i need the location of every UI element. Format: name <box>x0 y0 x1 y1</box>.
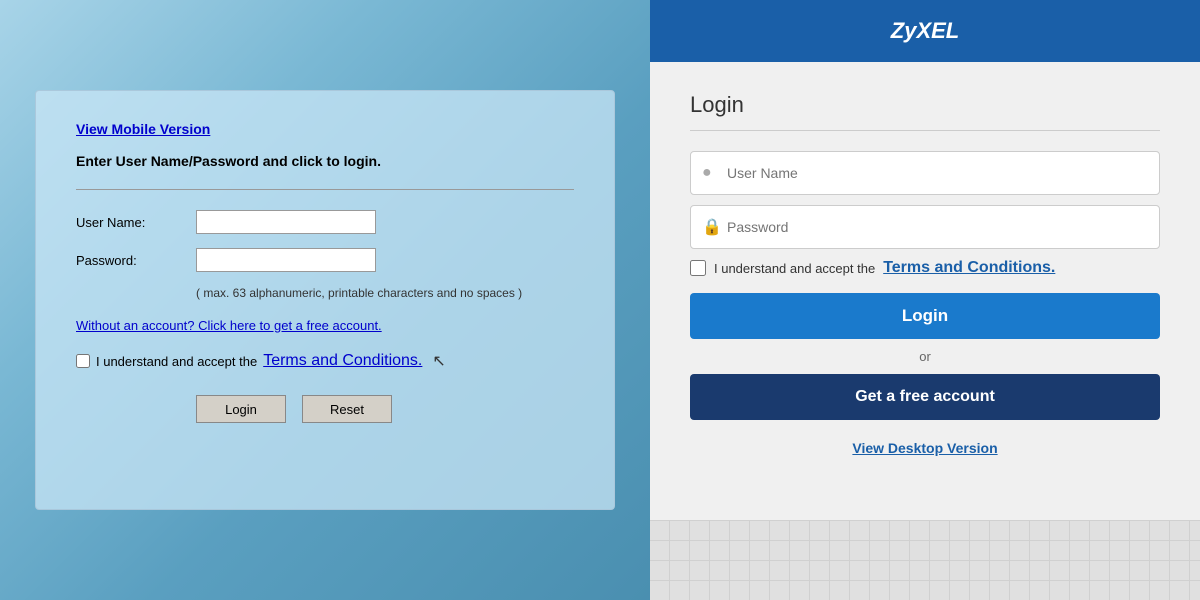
free-account-link[interactable]: Without an account? Click here to get a … <box>76 318 574 333</box>
terms-text: I understand and accept the <box>96 354 257 369</box>
reset-button[interactable]: Reset <box>302 395 392 423</box>
right-terms-link[interactable]: Terms and Conditions. <box>883 259 1055 277</box>
right-content: Login ● 🔒 I understand and accept the Te… <box>650 62 1200 520</box>
divider <box>76 189 574 190</box>
username-label: User Name: <box>76 215 196 230</box>
login-button-left[interactable]: Login <box>196 395 286 423</box>
username-input[interactable] <box>196 210 376 234</box>
right-terms-row: I understand and accept the Terms and Co… <box>690 259 1160 277</box>
right-panel: ZyXEL Login ● 🔒 I understand and accept … <box>650 0 1200 600</box>
password-input-right[interactable] <box>690 205 1160 249</box>
right-terms-checkbox[interactable] <box>690 260 706 276</box>
password-row: Password: <box>76 248 574 272</box>
terms-row: I understand and accept the Terms and Co… <box>76 351 574 371</box>
cursor-icon: ↖ <box>432 351 445 371</box>
login-button-right[interactable]: Login <box>690 293 1160 339</box>
username-wrapper: ● <box>690 151 1160 195</box>
view-mobile-link[interactable]: View Mobile Version <box>76 121 574 137</box>
view-desktop-link[interactable]: View Desktop Version <box>690 440 1160 456</box>
login-instruction: Enter User Name/Password and click to lo… <box>76 153 574 169</box>
terms-link-left[interactable]: Terms and Conditions. <box>263 352 422 370</box>
username-input-right[interactable] <box>690 151 1160 195</box>
password-input[interactable] <box>196 248 376 272</box>
left-panel: View Mobile Version Enter User Name/Pass… <box>0 0 650 600</box>
login-title: Login <box>690 92 1160 118</box>
right-terms-text: I understand and accept the <box>714 261 875 276</box>
password-label: Password: <box>76 253 196 268</box>
username-row: User Name: <box>76 210 574 234</box>
user-icon: ● <box>702 164 712 182</box>
password-hint: ( max. 63 alphanumeric, printable charac… <box>196 286 574 300</box>
right-footer <box>650 520 1200 600</box>
free-account-button[interactable]: Get a free account <box>690 374 1160 420</box>
right-divider <box>690 130 1160 131</box>
lock-icon: 🔒 <box>702 217 722 237</box>
or-divider: or <box>690 349 1160 364</box>
login-box: View Mobile Version Enter User Name/Pass… <box>35 90 615 510</box>
brand-name: ZyXEL <box>891 18 959 43</box>
brand-header: ZyXEL <box>650 0 1200 62</box>
buttons-row: Login Reset <box>196 395 574 423</box>
password-wrapper: 🔒 <box>690 205 1160 249</box>
terms-checkbox[interactable] <box>76 354 90 368</box>
